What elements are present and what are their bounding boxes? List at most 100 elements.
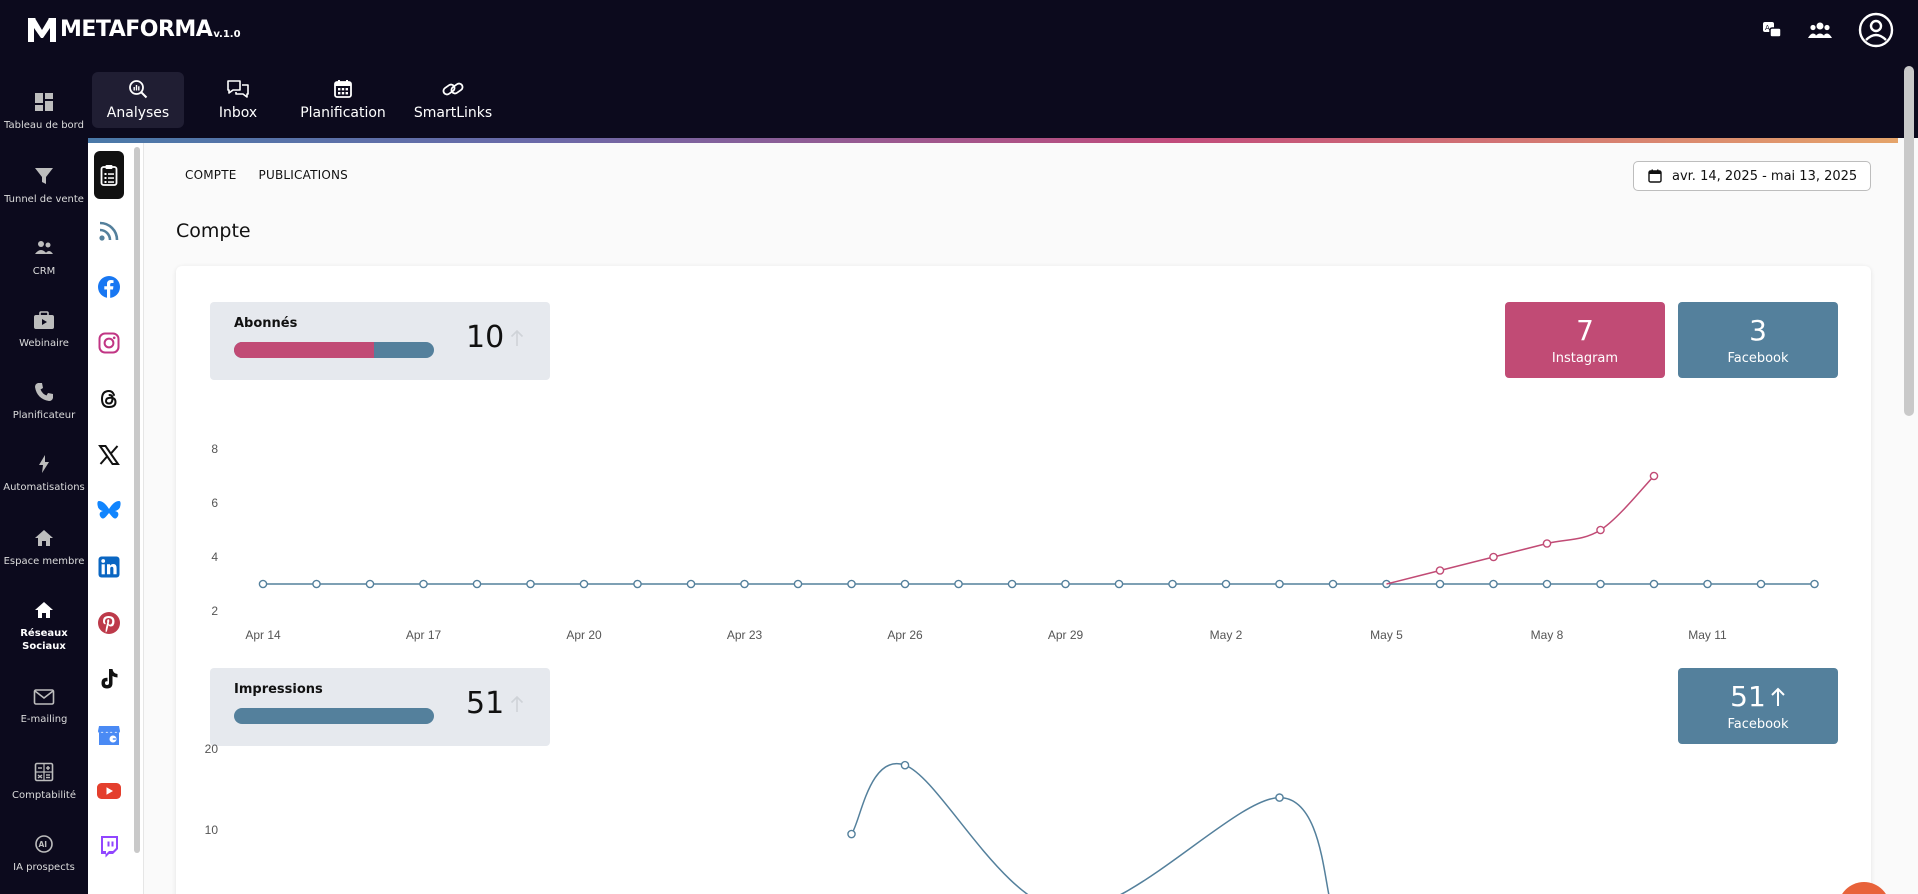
date-range-text: avr. 14, 2025 - mai 13, 2025 [1672,168,1858,184]
x-tick-label: May 11 [1688,628,1727,642]
svg-text:A: A [1765,24,1770,32]
social-item-google-business[interactable] [94,711,124,759]
sidebar-item-webinaire[interactable]: Webinaire [0,310,88,350]
data-point[interactable] [1061,579,1070,589]
users-group-icon[interactable] [1808,20,1832,40]
account-circle-icon[interactable] [1858,12,1894,48]
abonnes-line-chart: 2 4 6 8 Apr 14 Apr 17 Apr 20 Apr 23 Apr 26 Apr 29… [211,442,1819,642]
sidebar-label: IA prospects [13,862,75,873]
main-tabs: Analyses Inbox Planification SmartLinks [92,72,504,128]
sidebar-item-tunnel-de-vente[interactable]: Tunnel de vente [0,166,88,206]
social-item-instagram[interactable] [94,319,124,367]
data-point[interactable] [633,579,642,589]
impressions-summary: Impressions 51 [210,668,550,746]
sidebar-item-comptabilite[interactable]: Comptabilité [0,762,88,802]
sidebar-item-crm[interactable]: CRM [0,238,88,278]
abonnes-label: Abonnés [234,316,298,331]
impressions-facebook-box: 51 Facebook [1678,668,1838,744]
tab-smartlinks[interactable]: SmartLinks [402,72,504,128]
social-item-youtube[interactable] [94,767,124,815]
data-point[interactable] [1649,579,1659,589]
x-tick-label: Apr 20 [566,628,602,642]
data-point[interactable] [1435,579,1445,589]
sidebar-item-planificateur[interactable]: Planificateur [0,382,88,422]
data-point[interactable] [312,579,321,589]
data-point[interactable] [1756,579,1766,589]
data-point[interactable] [1168,579,1177,589]
app-name: METAFORMA [60,17,213,42]
data-point[interactable] [847,829,856,839]
data-point[interactable] [847,579,856,589]
data-point[interactable] [793,579,803,589]
subtab-publications[interactable]: PUBLICATIONS [259,168,348,182]
data-point[interactable] [1649,471,1659,481]
social-item-twitch[interactable] [94,823,124,871]
tab-planification[interactable]: Planification [292,72,394,128]
social-item-rss[interactable] [94,207,124,255]
instagram-icon [98,332,120,354]
data-point[interactable] [740,579,749,589]
data-point[interactable] [1007,579,1017,589]
sidebar-item-automatisations[interactable]: Automatisations [0,454,88,494]
x-tick-label: Apr 14 [245,628,281,642]
data-point[interactable] [686,579,696,589]
data-point[interactable] [954,579,963,589]
page-scrollbar[interactable] [1904,66,1914,416]
data-point[interactable] [1275,579,1284,589]
data-point[interactable] [365,579,375,589]
data-point[interactable] [1275,793,1284,802]
data-point[interactable] [1328,579,1338,589]
top-bar: METAFORMA v.1.0 A Analyses Inbox Planifi… [0,0,1918,138]
sidebar-label: Webinaire [19,338,69,349]
data-point[interactable] [900,760,910,770]
data-point[interactable] [258,579,268,589]
accent-gradient-line [88,138,1898,143]
data-point[interactable] [1703,579,1712,589]
subtab-compte[interactable]: COMPTE [185,168,237,182]
social-item-bluesky[interactable] [94,487,124,535]
sidebar-item-tableau-de-bord[interactable]: Tableau de bord [0,92,88,132]
link-icon [442,82,464,96]
data-point[interactable] [1489,552,1498,562]
data-point[interactable] [1221,579,1231,589]
social-item-tiktok[interactable] [94,655,124,703]
data-point[interactable] [1435,566,1445,575]
calendar-icon [334,80,352,98]
data-point[interactable] [900,579,910,589]
data-point[interactable] [1489,579,1498,589]
threads-icon [100,389,117,409]
data-point[interactable] [526,579,535,589]
sidebar-item-e-mailing[interactable]: E-mailing [0,688,88,726]
page-title: Compte [176,220,251,242]
data-point[interactable] [579,579,589,589]
sidebar-item-ia-prospects[interactable]: AI IA prospects [0,834,88,874]
social-network-sidebar [88,143,144,894]
social-item-linkedin[interactable] [94,543,124,591]
translate-chat-icon[interactable]: A [1762,20,1782,40]
data-point[interactable] [1596,579,1605,589]
facebook-label: Facebook [1727,350,1789,366]
data-point[interactable] [1542,579,1552,589]
social-item-overview[interactable] [94,151,124,199]
social-item-x[interactable] [94,431,124,479]
data-point[interactable] [472,579,482,589]
social-item-pinterest[interactable] [94,599,124,647]
app-logo[interactable]: METAFORMA v.1.0 [26,14,241,44]
data-point[interactable] [1596,525,1605,535]
data-point[interactable] [419,579,428,589]
sidebar-item-reseaux-sociaux[interactable]: Réseaux Sociaux [0,600,88,653]
tab-analyses[interactable]: Analyses [92,72,184,128]
date-range-picker[interactable]: avr. 14, 2025 - mai 13, 2025 [1633,161,1871,191]
abonnes-summary: Abonnés 10 [210,302,550,380]
data-point[interactable] [1114,579,1124,589]
x-tick-label: May 5 [1370,628,1403,642]
data-point[interactable] [1810,579,1819,589]
tab-inbox[interactable]: Inbox [192,72,284,128]
dashboard-icon [35,93,53,111]
social-item-threads[interactable] [94,375,124,423]
social-item-facebook[interactable] [94,263,124,311]
social-sidebar-scrollbar[interactable] [134,147,140,853]
sidebar-item-espace-membre[interactable]: Espace membre [0,528,88,568]
data-point[interactable] [1542,539,1552,548]
sidebar-label: Tableau de bord [4,120,84,131]
